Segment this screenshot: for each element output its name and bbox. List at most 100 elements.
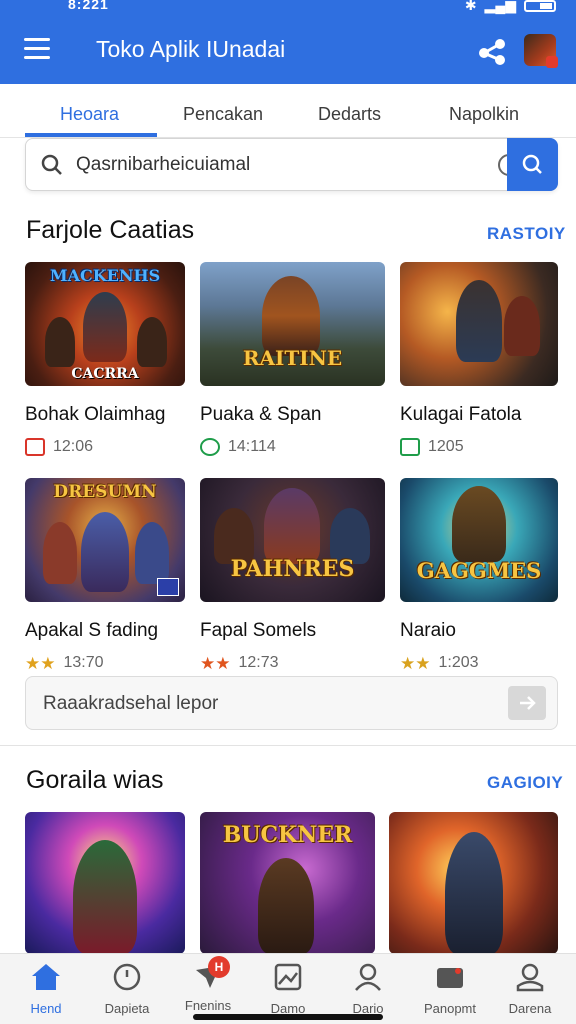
game-card[interactable]: Kulagai Fatola 1205 — [400, 262, 558, 456]
nav-label: Darena — [508, 1001, 552, 1016]
nav-item-dapieta[interactable]: Dapieta — [87, 962, 167, 1016]
section-title: Goraila wias — [26, 766, 164, 794]
section-title: Farjole Caatias — [26, 216, 195, 244]
game-banner-bottom: PAHNRES — [230, 556, 355, 582]
share-icon — [479, 39, 505, 65]
star-icon: ★★ — [25, 653, 56, 673]
game-time: 1:203 — [438, 654, 479, 671]
person-icon — [355, 963, 381, 991]
game-name: Kulagai Fatola — [400, 404, 522, 425]
section-divider — [0, 745, 576, 746]
game-meta: 12:06 — [25, 438, 185, 456]
share-button[interactable] — [476, 36, 508, 66]
game-banner-bottom: GAGGMES — [416, 558, 542, 583]
promo-arrow-button[interactable] — [508, 686, 546, 720]
platform-icon — [157, 578, 179, 596]
avatar[interactable] — [524, 34, 558, 68]
game-thumbnail: BUCKNER — [200, 812, 375, 954]
search-button[interactable] — [507, 138, 558, 191]
game-name: Naraio — [400, 620, 456, 641]
game-thumbnail — [25, 812, 185, 954]
notification-badge: H — [208, 956, 230, 978]
wallet-icon — [437, 968, 463, 988]
nav-item-fnenins[interactable]: H Fnenins — [168, 956, 248, 1013]
game-thumbnail — [389, 812, 558, 954]
game-thumbnail: RAITINE — [200, 262, 385, 386]
game-thumbnail: DRESUMN — [25, 478, 185, 602]
game-thumbnail: GAGGMES — [400, 478, 558, 602]
search-icon — [41, 154, 62, 175]
app-header: 8:221 ✱ ▂▄▆ Toko Aplik IUnadai — [0, 0, 576, 84]
game-banner-bottom: RAITINE — [242, 346, 343, 370]
status-time: 8:221 — [68, 0, 109, 12]
tab-pencakan[interactable]: Pencakan — [183, 104, 263, 125]
signal-icon: ▂▄▆ — [484, 0, 516, 13]
tab-dedarts[interactable]: Dedarts — [318, 104, 381, 125]
tab-napolkin[interactable]: Napolkin — [449, 104, 519, 125]
bluetooth-icon: ✱ — [464, 0, 477, 13]
arrow-right-icon — [520, 696, 536, 710]
game-card[interactable]: GAGGMES Naraio ★★ 1:203 — [400, 478, 558, 672]
game-time: 1205 — [428, 438, 464, 455]
game-card[interactable]: PAHNRES Fapal Somels ★★ 12:73 — [200, 478, 385, 672]
app-bar: Toko Aplik IUnadai — [0, 20, 576, 80]
game-card[interactable]: RAITINE Puaka & Span 14:114 — [200, 262, 385, 456]
clock-icon — [113, 963, 141, 991]
nav-item-damo[interactable]: Damo — [248, 962, 328, 1016]
game-meta: 14:114 — [200, 438, 385, 456]
search-submit-icon — [522, 154, 542, 174]
nav-label: Fnenins — [184, 998, 232, 1013]
rating-badge-icon — [400, 438, 420, 456]
game-banner: DRESUMN — [53, 482, 157, 502]
game-meta: ★★ 12:73 — [200, 654, 385, 672]
app-title: Toko Aplik IUnadai — [96, 36, 286, 62]
search-input[interactable]: Qasrnibarheicuiamal — [76, 154, 250, 176]
game-time: 12:73 — [238, 654, 279, 671]
game-thumbnail: PAHNRES — [200, 478, 385, 602]
nav-item-dario[interactable]: Dario — [328, 962, 408, 1016]
search-bar: Qasrnibarheicuiamal — [25, 138, 558, 191]
nav-item-darena[interactable]: Darena — [490, 962, 570, 1016]
nav-label: Dapieta — [104, 1001, 150, 1016]
rating-badge-icon — [25, 438, 45, 456]
nav-item-hend[interactable]: Hend — [6, 962, 86, 1016]
nav-item-panopmt[interactable]: Panopmt — [410, 962, 490, 1016]
game-card[interactable]: BUCKNER — [200, 812, 375, 954]
gallery-icon — [274, 963, 302, 991]
rating-badge-icon — [200, 438, 220, 456]
active-tab-indicator — [25, 133, 157, 137]
status-bar: 8:221 ✱ ▂▄▆ — [0, 0, 576, 16]
star-icon: ★★ — [200, 653, 231, 673]
game-meta: ★★ 13:70 — [25, 654, 185, 672]
game-thumbnail: MACKENHS CACRRA — [25, 262, 185, 386]
profile-icon — [516, 963, 544, 992]
game-card[interactable]: MACKENHS CACRRA Bohak Olaimhag 12:06 — [25, 262, 185, 456]
tab-heoara[interactable]: Heoara — [60, 104, 119, 125]
game-card[interactable] — [389, 812, 558, 954]
game-card[interactable]: DRESUMN Apakal S fading ★★ 13:70 — [25, 478, 185, 672]
game-banner: MACKENHS — [49, 266, 161, 285]
tab-bar: Heoara Pencakan Dedarts Napolkin — [0, 92, 576, 138]
game-time: 13:70 — [63, 654, 104, 671]
game-meta: ★★ 1:203 — [400, 654, 558, 672]
game-name: Fapal Somels — [200, 620, 317, 641]
game-banner-bottom: CACRRA — [71, 366, 139, 382]
game-thumbnail — [400, 262, 558, 386]
section-more-link[interactable]: RASTOIY — [487, 224, 566, 244]
game-name: Apakal S fading — [25, 620, 159, 641]
home-indicator[interactable] — [193, 1014, 383, 1020]
promo-banner[interactable]: Raaakradsehal lepor — [25, 676, 558, 730]
game-meta: 1205 — [400, 438, 558, 456]
nav-label: Panopmt — [423, 1001, 477, 1016]
home-icon — [32, 964, 60, 990]
notification-icon: H — [192, 956, 230, 992]
promo-text: Raaakradsehal lepor — [43, 693, 219, 714]
battery-icon — [524, 0, 556, 12]
game-card[interactable] — [25, 812, 185, 954]
game-time: 12:06 — [53, 438, 94, 455]
menu-button[interactable] — [24, 38, 50, 60]
nav-label: Hend — [30, 1001, 62, 1016]
status-icons: ✱ ▂▄▆ — [465, 0, 556, 14]
section-more-link[interactable]: GAGIOIY — [487, 773, 563, 793]
game-time: 14:114 — [228, 438, 276, 455]
